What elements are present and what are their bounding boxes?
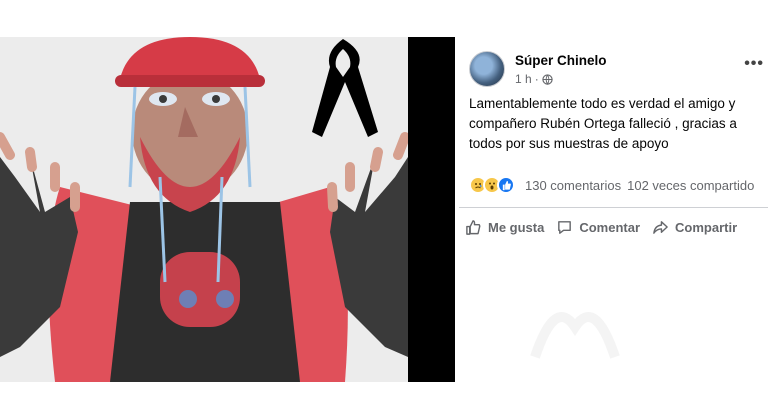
post-image[interactable] bbox=[0, 37, 408, 382]
faded-watermark-icon bbox=[530, 312, 620, 359]
post-header: Súper Chinelo 1 h · ••• bbox=[469, 51, 764, 91]
author-name[interactable]: Súper Chinelo bbox=[515, 53, 607, 68]
shares-count[interactable]: 102 veces compartido bbox=[627, 178, 754, 193]
post-time[interactable]: 1 h bbox=[515, 72, 532, 86]
more-options-button[interactable]: ••• bbox=[744, 55, 764, 73]
post-text: Lamentablemente todo es verdad el amigo … bbox=[469, 96, 737, 151]
meta-separator: · bbox=[534, 72, 539, 86]
avatar[interactable] bbox=[469, 51, 505, 87]
comment-button[interactable]: Comentar bbox=[550, 212, 646, 242]
actions-divider bbox=[459, 207, 768, 208]
medallion bbox=[160, 252, 240, 327]
globe-icon bbox=[542, 73, 553, 85]
comment-icon bbox=[558, 220, 572, 234]
post-illustration bbox=[0, 37, 408, 382]
image-letterbox bbox=[408, 37, 455, 382]
share-button[interactable]: Compartir bbox=[646, 212, 743, 242]
thumbs-up-icon bbox=[466, 219, 481, 235]
like-button[interactable]: Me gusta bbox=[459, 212, 550, 242]
like-label: Me gusta bbox=[488, 219, 545, 235]
badge-right bbox=[216, 290, 234, 308]
reactions-row: 130 comentarios 102 veces compartido bbox=[455, 174, 768, 198]
reaction-icons[interactable] bbox=[469, 176, 515, 194]
engagement-counts: 130 comentarios 102 veces compartido bbox=[525, 178, 760, 193]
badge-left bbox=[179, 290, 197, 308]
post-actions: Me gusta Comentar Compartir bbox=[459, 212, 768, 242]
post-panel: Súper Chinelo 1 h · ••• Lamentablemente … bbox=[455, 37, 768, 382]
comments-count[interactable]: 130 comentarios bbox=[525, 178, 621, 193]
post-meta: 1 h · bbox=[515, 72, 553, 86]
share-label: Compartir bbox=[675, 219, 738, 235]
like-reaction-icon bbox=[497, 176, 515, 194]
comment-label: Comentar bbox=[579, 219, 641, 235]
share-icon bbox=[653, 220, 668, 234]
